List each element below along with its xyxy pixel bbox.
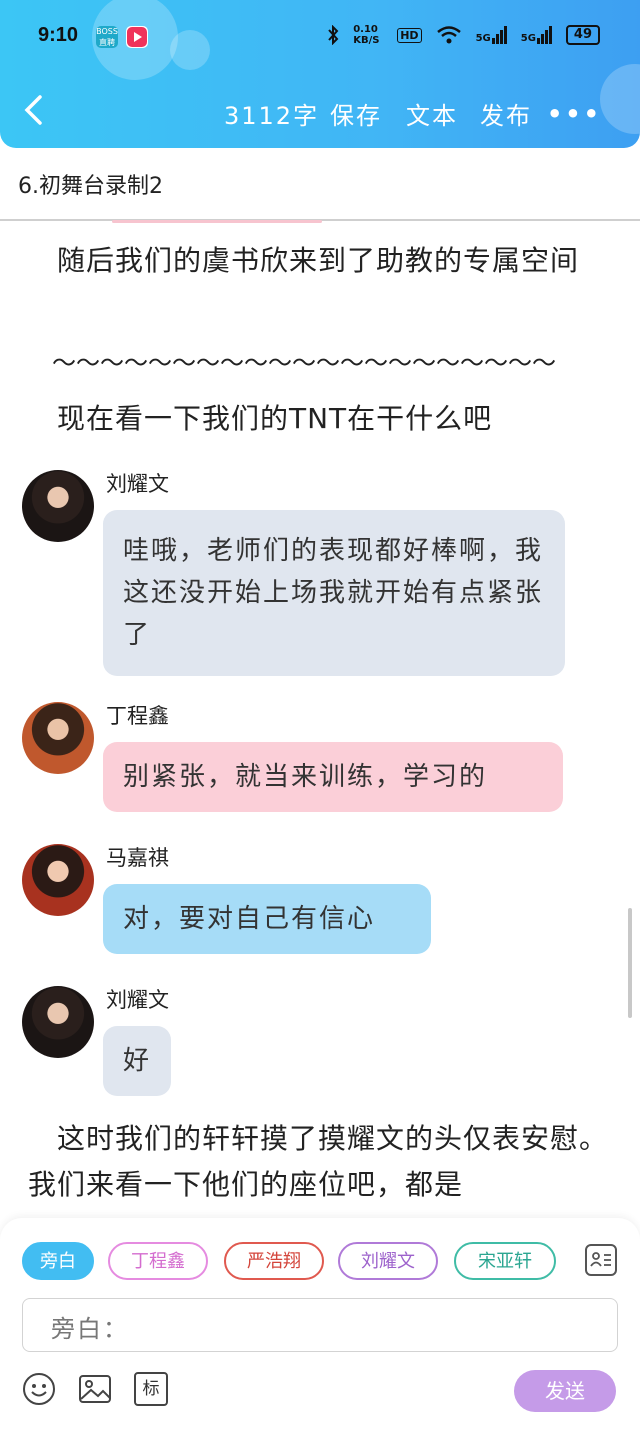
chat-message[interactable]: 刘耀文 哇哦，老师们的表现都好棒啊，我这还没开始上场我就开始有点紧张了 [22,470,612,680]
video-app-icon [126,26,148,48]
hd-icon: HD [397,27,422,43]
chat-bubble[interactable]: 哇哦，老师们的表现都好棒啊，我这还没开始上场我就开始有点紧张了 [103,510,565,676]
chat-bubble[interactable]: 对，要对自己有信心 [103,884,431,954]
chat-message[interactable]: 马嘉祺 对，要对自己有信心 [22,844,612,964]
avatar[interactable] [22,702,94,774]
narration-paragraph[interactable]: 这时我们的轩轩摸了摸耀文的头仅表安慰。我们来看一下他们的座位吧，都是 [28,1116,618,1208]
chat-message[interactable]: 刘耀文 好 [22,986,612,1106]
chapter-title[interactable]: 6.初舞台录制2 [18,168,163,200]
narration-paragraph[interactable]: 现在看一下我们的TNT在干什么吧 [28,396,618,442]
narration-paragraph[interactable]: 随后我们的虞书欣来到了助教的专属空间 [28,238,618,284]
contacts-icon[interactable] [585,1244,617,1276]
nav-bar: 3112字 保存 文本 发布 ••• [0,88,640,136]
text-button[interactable]: 文本 [406,96,458,131]
role-chip[interactable]: 宋亚轩 [454,1242,556,1280]
role-chip[interactable]: 丁程鑫 [108,1242,208,1280]
status-time: 9:10 [38,24,79,46]
emoji-icon[interactable] [22,1372,56,1406]
wifi-icon [436,26,461,44]
battery-icon: 49 [565,25,600,45]
signal-icon-2: 5G [521,26,552,44]
publish-button[interactable]: 发布 [480,96,532,131]
mark-icon[interactable]: 标 [134,1372,168,1406]
role-chip[interactable]: 刘耀文 [338,1242,438,1280]
chat-bubble[interactable]: 好 [103,1026,171,1096]
role-chip-narration[interactable]: 旁白 [22,1242,94,1280]
save-button[interactable]: 保存 [330,96,382,131]
scrollbar[interactable] [628,908,632,1018]
narration-paragraph[interactable]: ～～～～～～～～～～～～～～～～～～～～～ [28,340,618,386]
back-arrow-icon[interactable] [22,94,44,126]
speaker-name: 刘耀文 [106,988,169,1012]
message-input[interactable]: 旁白： [22,1298,618,1352]
chat-message[interactable]: 丁程鑫 别紧张，就当来训练，学习的 [22,702,612,822]
role-chip[interactable]: 严浩翔 [224,1242,324,1280]
speaker-name: 刘耀文 [106,472,169,496]
composer-panel: 旁白 丁程鑫 严浩翔 刘耀文 宋亚轩 旁白： 标 发送 [0,1218,640,1429]
avatar[interactable] [22,470,94,542]
status-bar: 9:10 BOSS 直聘 0.10 KB/S HD 5G 5G 49 [0,22,640,52]
input-prefix: 旁白： [51,1315,129,1343]
image-icon[interactable] [78,1372,112,1406]
word-count: 3112字 [224,102,320,130]
chat-bubble[interactable]: 别紧张，就当来训练，学习的 [103,742,563,812]
more-icon[interactable]: ••• [547,100,602,128]
send-button[interactable]: 发送 [514,1370,616,1412]
status-icons: 0.10 KB/S HD 5G 5G 49 [327,24,600,46]
signal-icon: 5G [476,26,507,44]
top-header: 9:10 BOSS 直聘 0.10 KB/S HD 5G 5G 49 3112字 … [0,0,640,148]
speaker-name: 马嘉祺 [106,846,169,870]
boss-app-icon: BOSS 直聘 [96,26,118,48]
divider-accent [112,220,322,223]
avatar[interactable] [22,844,94,916]
speaker-name: 丁程鑫 [106,704,169,728]
avatar[interactable] [22,986,94,1058]
network-speed: 0.10 KB/S [353,24,380,46]
bluetooth-icon [328,25,339,45]
